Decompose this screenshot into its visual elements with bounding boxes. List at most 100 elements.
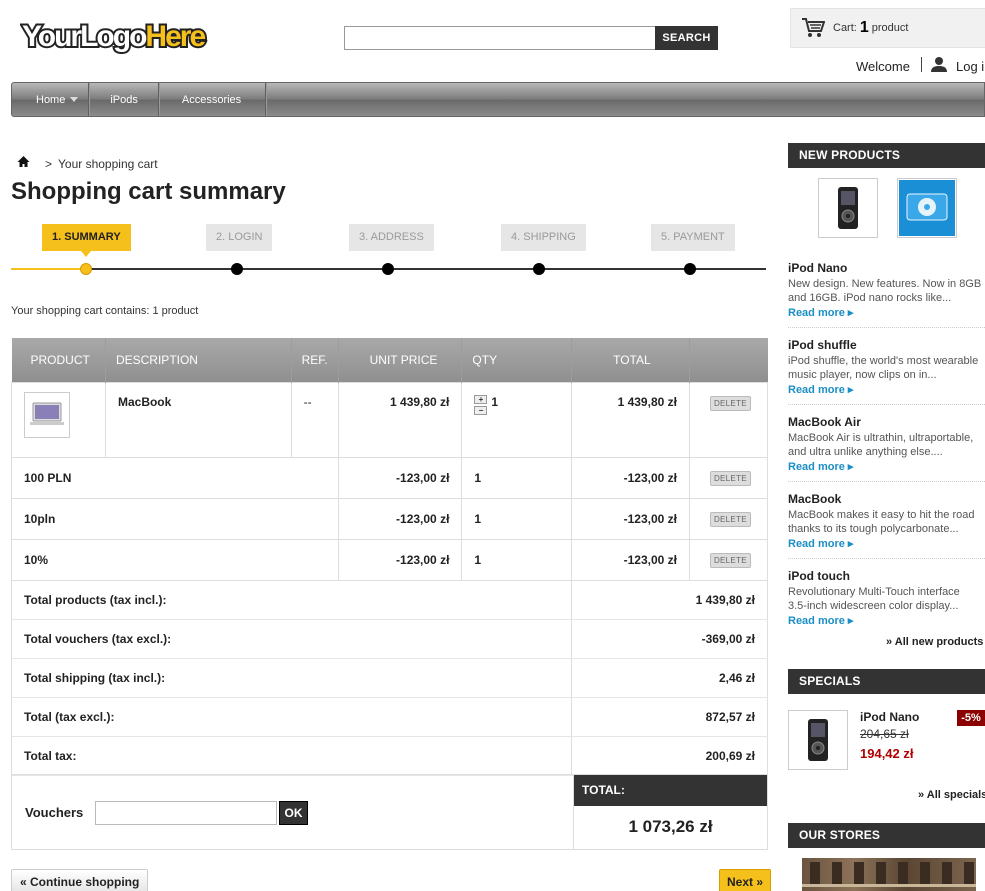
site-logo[interactable]: YourLogoHere YourLogoHere bbox=[20, 14, 210, 56]
special-product-thumb[interactable] bbox=[788, 710, 848, 770]
product-total: 1 439,80 zł bbox=[571, 381, 690, 458]
new-product-name[interactable]: MacBook bbox=[788, 492, 985, 506]
cart-count: 1 bbox=[859, 19, 869, 36]
delete-button[interactable]: DELETE bbox=[709, 511, 751, 527]
voucher-qty: 1 bbox=[461, 456, 573, 499]
cart-summary[interactable]: Cart: 1 product bbox=[790, 8, 985, 48]
welcome-text: Welcome bbox=[856, 59, 910, 74]
user-icon bbox=[931, 57, 947, 72]
delete-cell: DELETE bbox=[688, 381, 769, 458]
summary-label: Total products (tax incl.): bbox=[10, 579, 572, 620]
search-button[interactable]: SEARCH bbox=[655, 26, 718, 50]
summary-row: Total products (tax incl.): 1 439,80 zł bbox=[10, 579, 768, 620]
col-qty: QTY bbox=[461, 338, 573, 382]
special-product-name[interactable]: iPod Nano bbox=[860, 710, 919, 724]
grand-total-value: 1 073,26 zł bbox=[628, 817, 713, 836]
login-link[interactable]: Log in bbox=[956, 59, 985, 74]
summary-row: Total shipping (tax incl.): 2,46 zł bbox=[10, 657, 768, 698]
next-button[interactable]: Next » bbox=[719, 869, 772, 891]
all-specials-link[interactable]: » All specials bbox=[918, 789, 985, 801]
grand-total-label: TOTAL: bbox=[574, 775, 767, 806]
summary-value: 1 439,80 zł bbox=[571, 579, 768, 620]
all-new-products-link[interactable]: » All new products bbox=[886, 636, 983, 648]
voucher-unit-price: -123,00 zł bbox=[337, 538, 463, 581]
summary-value: -369,00 zł bbox=[571, 618, 768, 659]
voucher-code-input[interactable] bbox=[95, 801, 277, 825]
delete-button[interactable]: DELETE bbox=[709, 470, 751, 486]
page-title: Shopping cart summary bbox=[11, 178, 286, 205]
product-qty: 1 bbox=[491, 394, 499, 409]
delete-button[interactable]: DELETE bbox=[709, 395, 751, 411]
step-shipping: 4. SHIPPING bbox=[501, 224, 586, 251]
product-unit-price: 1 439,80 zł bbox=[337, 381, 463, 458]
new-product-thumb[interactable] bbox=[818, 178, 878, 238]
step-dot-summary bbox=[80, 263, 92, 275]
nav-label: Home bbox=[36, 93, 66, 106]
table-row: 10% -123,00 zł 1 -123,00 zł DELETE bbox=[11, 538, 769, 581]
product-image[interactable] bbox=[24, 391, 70, 438]
new-product-desc: 3.5-inch widescreen color display... bbox=[788, 600, 959, 612]
nav-item-ipods[interactable]: iPods bbox=[89, 83, 159, 116]
summary-value: 872,57 zł bbox=[571, 696, 768, 737]
read-more-link[interactable]: Read more bbox=[788, 614, 985, 627]
new-product-name[interactable]: iPod touch bbox=[788, 569, 985, 583]
product-name[interactable]: MacBook bbox=[104, 381, 292, 458]
delete-button[interactable]: DELETE bbox=[709, 552, 751, 568]
list-item: iPod shuffle iPod shuffle, the world's m… bbox=[788, 338, 985, 405]
product-thumb-cell bbox=[11, 381, 106, 458]
cart-label: Cart: bbox=[833, 22, 857, 34]
col-total: TOTAL bbox=[571, 338, 690, 382]
home-icon[interactable] bbox=[17, 155, 30, 168]
breadcrumb-separator: > bbox=[45, 157, 53, 171]
new-product-name[interactable]: MacBook Air bbox=[788, 415, 985, 429]
special-old-price: 204,65 zł bbox=[860, 727, 909, 741]
qty-plus-button[interactable]: + bbox=[474, 394, 488, 404]
voucher-ok-button[interactable]: OK bbox=[279, 801, 308, 825]
discount-badge: -5% bbox=[957, 710, 985, 726]
nav-item-home[interactable]: Home bbox=[12, 83, 90, 116]
new-product-desc: and ultra unlike anything else.... bbox=[788, 446, 943, 458]
summary-label: Total (tax excl.): bbox=[10, 696, 572, 737]
step-summary: 1. SUMMARY bbox=[42, 224, 131, 257]
step-payment: 5. PAYMENT bbox=[651, 224, 735, 251]
qty-minus-button[interactable]: − bbox=[474, 405, 488, 415]
voucher-qty: 1 bbox=[461, 538, 573, 581]
cart-table: PRODUCT DESCRIPTION REF. UNIT PRICE QTY … bbox=[10, 338, 769, 776]
search-input[interactable] bbox=[344, 26, 656, 50]
new-product-name[interactable]: iPod shuffle bbox=[788, 338, 985, 352]
our-stores-heading: OUR STORES bbox=[788, 823, 985, 848]
chevron-down-icon bbox=[70, 97, 79, 102]
summary-label: Total tax: bbox=[10, 735, 572, 776]
new-product-desc: New design. New features. Now in 8GB bbox=[788, 278, 982, 290]
voucher-total: -123,00 zł bbox=[571, 497, 690, 540]
summary-label: Total vouchers (tax excl.): bbox=[10, 618, 572, 659]
svg-text:YourLogoHere: YourLogoHere bbox=[22, 20, 205, 53]
continue-shopping-button[interactable]: « Continue shopping bbox=[11, 869, 149, 891]
new-product-desc: iPod shuffle, the world's most wearable bbox=[788, 355, 979, 367]
step-address: 3. ADDRESS bbox=[349, 224, 434, 251]
voucher-name: 100 PLN bbox=[11, 456, 339, 499]
grand-total-box: TOTAL: 1 073,26 zł bbox=[573, 774, 768, 850]
read-more-link[interactable]: Read more bbox=[788, 537, 985, 550]
new-product-desc: Revolutionary Multi-Touch interface bbox=[788, 586, 960, 598]
read-more-link[interactable]: Read more bbox=[788, 460, 985, 473]
specials-heading: SPECIALS bbox=[788, 669, 985, 694]
step-login: 2. LOGIN bbox=[206, 224, 273, 251]
col-unit-price: UNIT PRICE bbox=[338, 338, 463, 382]
summary-value: 200,69 zł bbox=[571, 735, 768, 776]
product-ref: -- bbox=[290, 381, 339, 458]
read-more-link[interactable]: Read more bbox=[788, 383, 985, 396]
delete-cell: DELETE bbox=[688, 456, 769, 499]
delete-cell: DELETE bbox=[688, 538, 769, 581]
main-nav: Home iPods Accessories bbox=[11, 82, 985, 117]
store-image[interactable] bbox=[802, 858, 976, 891]
breadcrumb-current: Your shopping cart bbox=[58, 157, 158, 171]
special-new-price: 194,42 zł bbox=[860, 746, 914, 761]
new-product-thumb[interactable] bbox=[897, 178, 957, 238]
product-qty-cell: + − 1 bbox=[461, 381, 573, 458]
nav-item-accessories[interactable]: Accessories bbox=[159, 83, 267, 116]
read-more-link[interactable]: Read more bbox=[788, 306, 985, 319]
cart-unit: product bbox=[871, 22, 909, 34]
new-product-name[interactable]: iPod Nano bbox=[788, 261, 985, 275]
step-dot-address bbox=[382, 263, 394, 275]
